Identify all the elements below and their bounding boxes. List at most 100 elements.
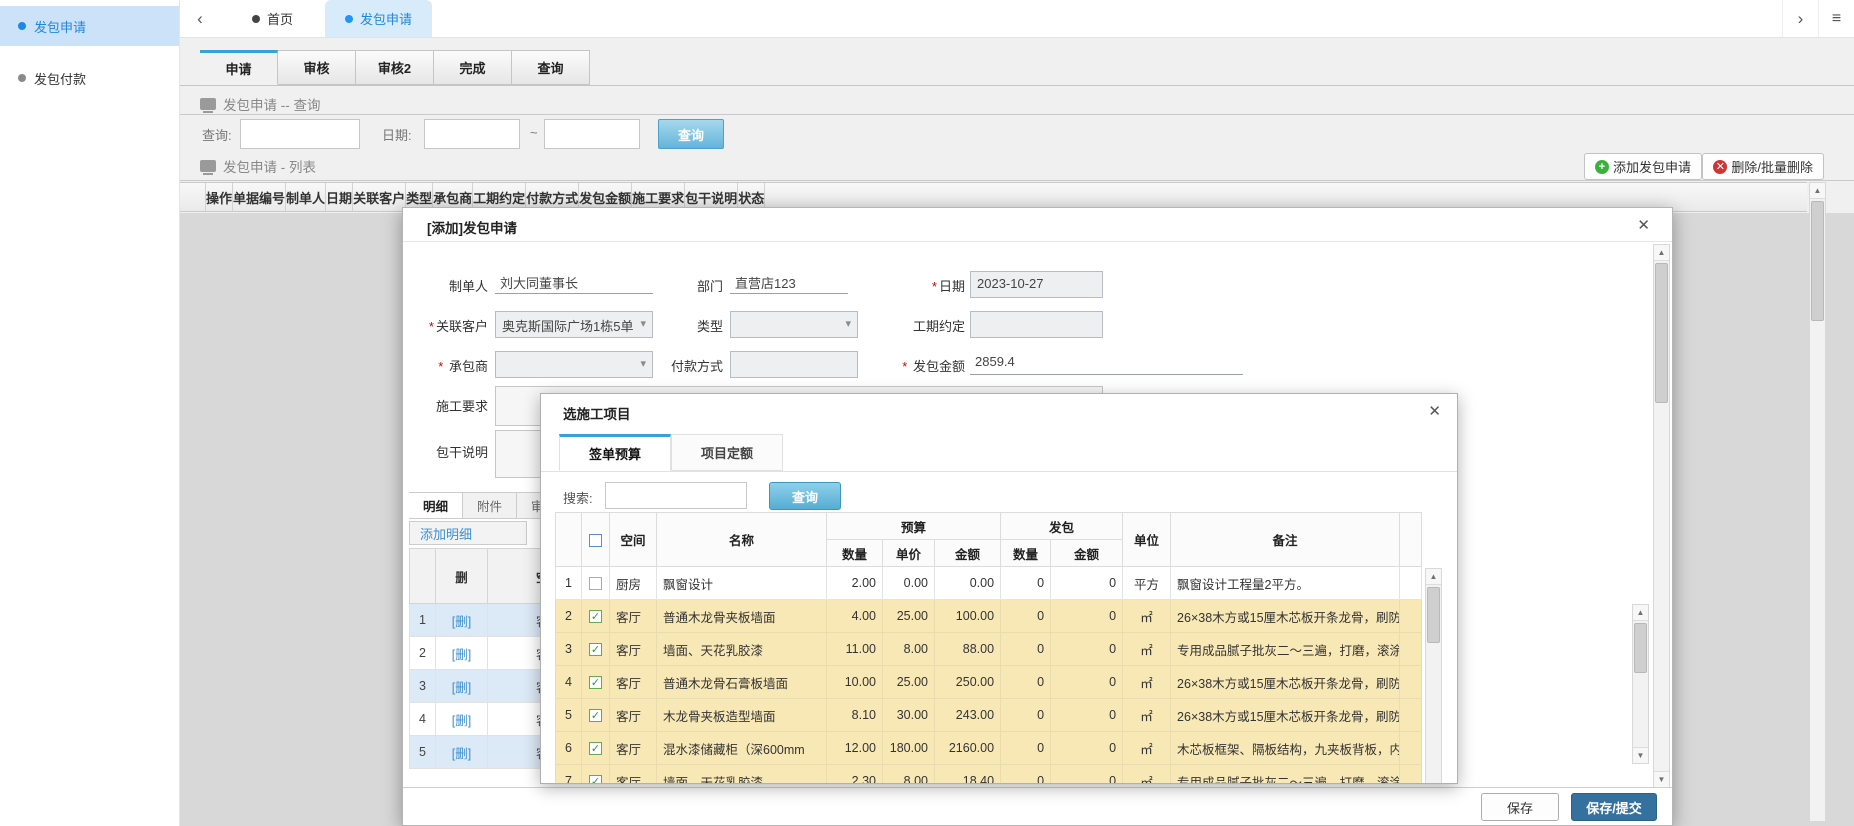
- date-from-input[interactable]: [424, 119, 520, 149]
- delete-row-link[interactable]: [删]: [452, 681, 471, 695]
- row-number-header: [410, 549, 436, 604]
- row-checkbox[interactable]: [589, 709, 602, 722]
- top-tab[interactable]: 首页: [232, 0, 313, 37]
- delete-button[interactable]: ✕ 删除/批量删除: [1702, 153, 1824, 180]
- row-checkbox[interactable]: [589, 610, 602, 623]
- modal-header: 选施工项目 ✕: [541, 394, 1457, 428]
- row-select-cell[interactable]: [582, 732, 610, 765]
- column-header[interactable]: 日期: [326, 183, 353, 211]
- maker-field[interactable]: 刘大同董事长: [495, 270, 653, 294]
- scroll-up-icon[interactable]: ▲: [1810, 183, 1825, 199]
- row-checkbox[interactable]: [589, 676, 602, 689]
- detail-tab[interactable]: 附件: [463, 492, 517, 519]
- nav-forward-icon[interactable]: ›: [1782, 0, 1818, 37]
- search-button[interactable]: 查询: [658, 119, 724, 149]
- row-number-header: [556, 513, 582, 567]
- project-search-button[interactable]: 查询: [769, 482, 841, 510]
- column-header[interactable]: 制单人: [286, 183, 326, 211]
- top-tab[interactable]: 发包申请 ×: [325, 0, 432, 37]
- delete-row-link[interactable]: [删]: [452, 714, 471, 728]
- scroll-up-icon[interactable]: ▲: [1654, 245, 1669, 261]
- unit-column-header: 单位: [1123, 513, 1171, 567]
- sidebar-item[interactable]: 发包付款: [0, 58, 179, 98]
- qty-cell: 4.00: [827, 600, 883, 633]
- workflow-tab[interactable]: 查询: [512, 50, 590, 85]
- project-row[interactable]: 5 客厅 木龙骨夹板造型墙面 8.10 30.00 243.00 0 0 ㎡ 2…: [556, 699, 1422, 732]
- contract-qty-cell: 0: [1001, 765, 1051, 785]
- query-input[interactable]: [240, 119, 360, 149]
- project-table-scrollbar[interactable]: ▲: [1425, 568, 1442, 783]
- row-select-cell[interactable]: [582, 600, 610, 633]
- row-checkbox[interactable]: [589, 643, 602, 656]
- row-checkbox[interactable]: [589, 742, 602, 755]
- row-number: 1: [556, 567, 582, 600]
- column-header[interactable]: 操作: [206, 183, 233, 211]
- column-header[interactable]: 关联客户: [353, 183, 406, 211]
- content-scrollbar[interactable]: ▲: [1809, 182, 1826, 822]
- contract-qty-cell: 0: [1001, 600, 1051, 633]
- save-button[interactable]: 保存: [1481, 793, 1559, 821]
- project-row[interactable]: 6 客厅 混水漆储藏柜（深600mm 12.00 180.00 2160.00 …: [556, 732, 1422, 765]
- remark-cell: 26×38木方或15厘木芯板开条龙骨，刷防: [1171, 666, 1400, 699]
- close-icon[interactable]: ✕: [1637, 216, 1650, 234]
- contract-qty-column-header: 数量: [1001, 540, 1051, 567]
- scroll-down-icon[interactable]: ▼: [1633, 747, 1648, 763]
- row-select-cell[interactable]: [582, 567, 610, 600]
- scroll-up-icon[interactable]: ▲: [1633, 605, 1648, 621]
- row-number: 4: [556, 666, 582, 699]
- select-all-checkbox[interactable]: [589, 534, 602, 547]
- close-icon[interactable]: ✕: [1428, 402, 1441, 420]
- detail-tab[interactable]: 明细: [409, 492, 463, 519]
- remark-cell: 26×38木方或15厘木芯板开条龙骨，刷防: [1171, 600, 1400, 633]
- workflow-tab[interactable]: 审核2: [356, 50, 434, 85]
- dept-field[interactable]: 直营店123: [730, 270, 848, 294]
- row-select-cell[interactable]: [582, 765, 610, 785]
- add-detail-link[interactable]: 添加明细: [420, 524, 472, 543]
- date-field[interactable]: 2023-10-27: [970, 271, 1103, 298]
- project-search-input[interactable]: [605, 482, 747, 509]
- customer-select[interactable]: 奥克斯国际广场1栋5单: [495, 311, 653, 338]
- scrollbar-thumb[interactable]: [1655, 263, 1668, 403]
- qty-cell: 2.30: [827, 765, 883, 785]
- project-row[interactable]: 2 客厅 普通木龙骨夹板墙面 4.00 25.00 100.00 0 0 ㎡ 2…: [556, 600, 1422, 633]
- delete-row-link[interactable]: [删]: [452, 747, 471, 761]
- project-row[interactable]: 3 客厅 墙面、天花乳胶漆 11.00 8.00 88.00 0 0 ㎡ 专用成…: [556, 633, 1422, 666]
- row-select-cell[interactable]: [582, 666, 610, 699]
- contractor-select[interactable]: [495, 351, 653, 378]
- scroll-up-icon[interactable]: ▲: [1426, 569, 1441, 585]
- row-select-cell[interactable]: [582, 699, 610, 732]
- project-tab[interactable]: 项目定额: [671, 434, 783, 471]
- add-request-button[interactable]: + 添加发包申请: [1584, 153, 1702, 180]
- detail-table-scrollbar[interactable]: ▲ ▼: [1632, 604, 1649, 764]
- scrollbar-thumb[interactable]: [1634, 623, 1647, 673]
- amount-field[interactable]: 2859.4: [970, 351, 1243, 375]
- project-tab[interactable]: 签单预算: [559, 434, 671, 471]
- duration-field[interactable]: [970, 311, 1103, 338]
- row-checkbox[interactable]: [589, 577, 602, 590]
- date-to-input[interactable]: [544, 119, 640, 149]
- project-row[interactable]: 4 客厅 普通木龙骨石膏板墙面 10.00 25.00 250.00 0 0 ㎡…: [556, 666, 1422, 699]
- scroll-down-icon[interactable]: ▼: [1654, 771, 1669, 787]
- select-all-header[interactable]: [582, 513, 610, 567]
- row-checkbox[interactable]: [589, 775, 602, 784]
- menu-icon[interactable]: ≡: [1818, 0, 1854, 37]
- select-column-header: [180, 183, 206, 211]
- payment-field[interactable]: [730, 351, 858, 378]
- project-row[interactable]: 1 厨房 飘窗设计 2.00 0.00 0.00 0 0 平方 飘窗设计工程量2…: [556, 567, 1422, 600]
- delete-row-link[interactable]: [删]: [452, 615, 471, 629]
- sidebar-item[interactable]: 发包申请: [0, 6, 179, 46]
- save-submit-button[interactable]: 保存/提交: [1571, 793, 1657, 821]
- workflow-tab[interactable]: 完成: [434, 50, 512, 85]
- type-select[interactable]: [730, 311, 858, 338]
- row-select-cell[interactable]: [582, 633, 610, 666]
- unit-cell: ㎡: [1123, 732, 1171, 765]
- column-header[interactable]: 单据编号: [233, 183, 286, 211]
- workflow-tab[interactable]: 申请: [200, 50, 278, 85]
- scrollbar-thumb[interactable]: [1427, 587, 1440, 643]
- scrollbar-thumb[interactable]: [1811, 201, 1824, 321]
- nav-back-icon[interactable]: ‹: [180, 0, 220, 37]
- delete-row-link[interactable]: [删]: [452, 648, 471, 662]
- project-row[interactable]: 7 客厅 墙面、天花乳胶漆 2.30 8.00 18.40 0 0 ㎡ 专用成品…: [556, 765, 1422, 785]
- workflow-tab[interactable]: 审核: [278, 50, 356, 85]
- modal-scrollbar[interactable]: ▲ ▼: [1653, 244, 1670, 788]
